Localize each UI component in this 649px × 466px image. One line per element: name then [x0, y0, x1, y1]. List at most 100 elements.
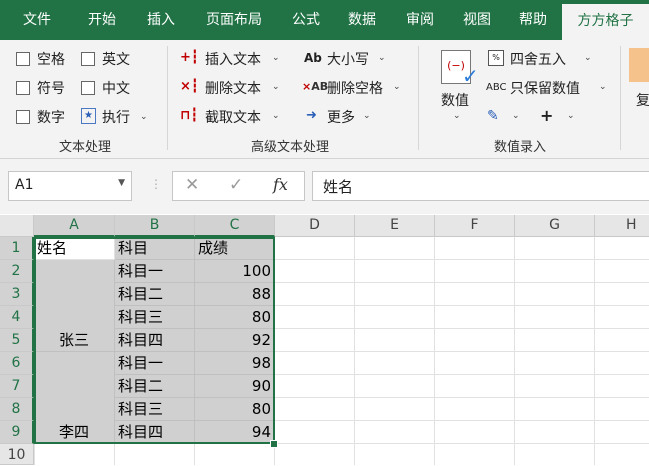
- row-header[interactable]: 2: [0, 260, 34, 283]
- copy-icon: [629, 48, 649, 82]
- function-icon[interactable]: fx: [273, 175, 288, 194]
- cell-c1[interactable]: 成绩: [195, 237, 275, 260]
- partial-button[interactable]: 复: [636, 90, 649, 110]
- cell-subject[interactable]: 科目一: [115, 352, 195, 375]
- cell-score[interactable]: 94: [195, 421, 275, 444]
- cell-subject[interactable]: 科目四: [115, 421, 195, 444]
- tab-help[interactable]: 帮助: [506, 0, 560, 40]
- cell-score[interactable]: 88: [195, 283, 275, 306]
- column-header-g[interactable]: G: [515, 215, 595, 237]
- chevron-down-icon[interactable]: ⌄: [378, 53, 386, 63]
- cell-score[interactable]: 80: [195, 306, 275, 329]
- cell-a6-merged[interactable]: 李四: [34, 352, 115, 444]
- group-divider: [418, 46, 419, 150]
- confirm-icon[interactable]: ✓: [229, 175, 243, 195]
- tab-home[interactable]: 开始: [72, 0, 132, 40]
- row-header[interactable]: 9: [0, 421, 34, 444]
- delete-text-icon: ×┇: [180, 79, 199, 94]
- worksheet-grid[interactable]: A B C D E F G H 1 2 3 4 5 6 7 8 9 10 姓名 …: [0, 215, 649, 465]
- tab-fangfanggezi[interactable]: 方方格子: [562, 4, 649, 40]
- empty-cells-row-10[interactable]: [34, 444, 275, 465]
- value-button[interactable]: 数值: [441, 90, 469, 110]
- text-group-label: 文本处理: [58, 140, 111, 155]
- plus-button[interactable]: +: [540, 106, 553, 125]
- chevron-down-icon[interactable]: ⌄: [272, 53, 280, 63]
- column-header-h[interactable]: H: [595, 215, 649, 237]
- cell-subject[interactable]: 科目三: [115, 306, 195, 329]
- space-label: 空格: [37, 52, 65, 68]
- tab-page-layout[interactable]: 页面布局: [192, 0, 276, 40]
- case-button[interactable]: 大小写: [327, 49, 369, 69]
- column-header-c[interactable]: C: [195, 215, 275, 237]
- chinese-checkbox[interactable]: [81, 81, 95, 95]
- column-header-d[interactable]: D: [275, 215, 355, 237]
- empty-cells[interactable]: [275, 237, 649, 465]
- edit-icon[interactable]: ✎: [487, 108, 499, 124]
- round-button[interactable]: 四舍五入: [510, 49, 566, 69]
- cell-score[interactable]: 80: [195, 398, 275, 421]
- formula-input[interactable]: 姓名: [312, 171, 649, 201]
- tab-view[interactable]: 视图: [450, 0, 504, 40]
- chevron-down-icon[interactable]: ⌄: [363, 111, 371, 121]
- delete-space-button[interactable]: 删除空格: [327, 78, 383, 98]
- cell-a1[interactable]: 姓名: [34, 237, 115, 260]
- number-checkbox[interactable]: [16, 110, 30, 124]
- cell-score[interactable]: 92: [195, 329, 275, 352]
- chevron-down-icon[interactable]: ⌄: [599, 82, 607, 92]
- row-header[interactable]: 6: [0, 352, 34, 375]
- cell-subject[interactable]: 科目四: [115, 329, 195, 352]
- cell-subject[interactable]: 科目一: [115, 260, 195, 283]
- cell-b1[interactable]: 科目: [115, 237, 195, 260]
- select-all-corner[interactable]: [0, 215, 34, 237]
- drag-handle-icon[interactable]: ⋮: [150, 177, 162, 191]
- column-header-a[interactable]: A: [34, 215, 115, 237]
- cell-subject[interactable]: 科目二: [115, 375, 195, 398]
- tab-file[interactable]: 文件: [6, 0, 68, 40]
- row-header[interactable]: 3: [0, 283, 34, 306]
- chevron-down-icon[interactable]: ⌄: [140, 112, 148, 122]
- name-box[interactable]: A1 ▼: [8, 171, 132, 201]
- extract-text-button[interactable]: 截取文本: [205, 107, 261, 127]
- keep-value-button[interactable]: 只保留数值: [510, 78, 580, 98]
- cell-score[interactable]: 98: [195, 352, 275, 375]
- insert-text-button[interactable]: 插入文本: [205, 49, 261, 69]
- column-header-f[interactable]: F: [435, 215, 515, 237]
- column-header-b[interactable]: B: [115, 215, 195, 237]
- chevron-down-icon[interactable]: ⌄: [453, 111, 461, 121]
- advanced-group-label: 高级文本处理: [250, 140, 329, 155]
- english-checkbox[interactable]: [81, 52, 95, 66]
- row-header[interactable]: 7: [0, 375, 34, 398]
- symbol-checkbox[interactable]: [16, 81, 30, 95]
- insert-text-icon: +┇: [180, 50, 199, 65]
- cell-a2-merged[interactable]: 张三: [34, 260, 115, 352]
- delete-space-icon: ×AB: [302, 80, 329, 93]
- chevron-down-icon[interactable]: ⌄: [584, 53, 592, 63]
- fill-handle[interactable]: [270, 440, 278, 448]
- cell-subject[interactable]: 科目二: [115, 283, 195, 306]
- row-header[interactable]: 1: [0, 237, 34, 260]
- row-header[interactable]: 4: [0, 306, 34, 329]
- execute-button[interactable]: 执行: [102, 107, 130, 127]
- chevron-down-icon[interactable]: ⌄: [567, 111, 575, 121]
- delete-text-button[interactable]: 删除文本: [205, 78, 261, 98]
- cell-score[interactable]: 90: [195, 375, 275, 398]
- cell-subject[interactable]: 科目三: [115, 398, 195, 421]
- chevron-down-icon[interactable]: ⌄: [393, 82, 401, 92]
- chevron-down-icon[interactable]: ▼: [118, 178, 125, 188]
- chevron-down-icon[interactable]: ⌄: [512, 111, 520, 121]
- space-checkbox[interactable]: [16, 52, 30, 66]
- tab-review[interactable]: 审阅: [392, 0, 448, 40]
- tab-insert[interactable]: 插入: [134, 0, 188, 40]
- column-header-e[interactable]: E: [355, 215, 435, 237]
- keep-value-icon: ABC: [486, 82, 507, 93]
- chevron-down-icon[interactable]: ⌄: [272, 82, 280, 92]
- row-header[interactable]: 5: [0, 329, 34, 352]
- row-header[interactable]: 10: [0, 444, 34, 465]
- more-button[interactable]: 更多: [327, 107, 355, 127]
- tab-data[interactable]: 数据: [334, 0, 390, 40]
- cancel-icon[interactable]: ✕: [185, 175, 199, 195]
- row-header[interactable]: 8: [0, 398, 34, 421]
- tab-formulas[interactable]: 公式: [280, 0, 332, 40]
- cell-score[interactable]: 100: [195, 260, 275, 283]
- chevron-down-icon[interactable]: ⌄: [272, 111, 280, 121]
